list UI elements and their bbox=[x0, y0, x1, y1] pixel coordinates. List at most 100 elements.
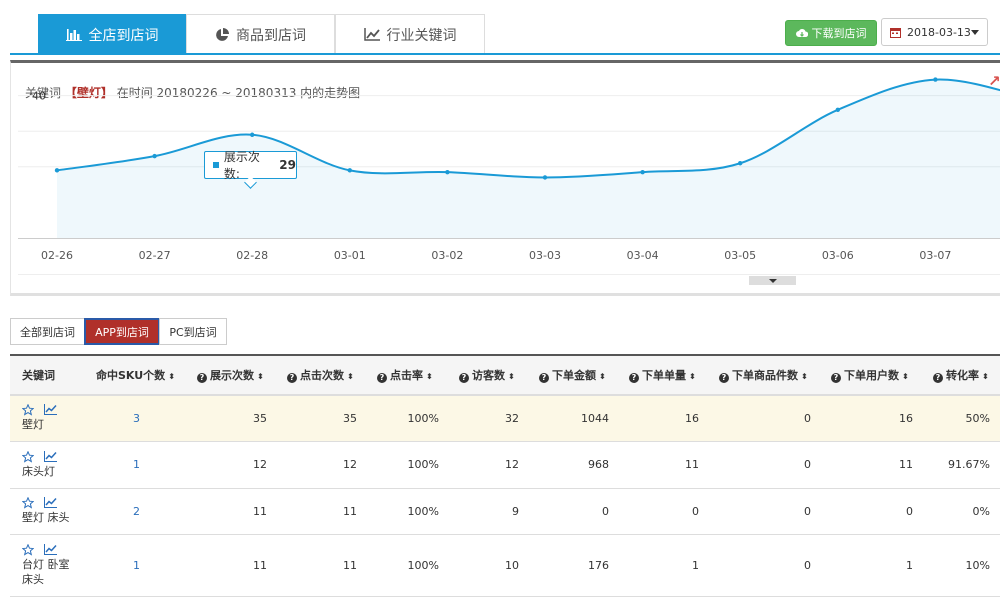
sku-count-link[interactable]: 1 bbox=[86, 534, 187, 597]
metric-cell: 1 bbox=[821, 534, 923, 597]
trend-chart-icon[interactable] bbox=[44, 497, 57, 508]
table-body: 壁灯 3 35 35 100% 32 1044 16 0 16 50% 床头灯 1 12 12 100% 12 9… bbox=[10, 395, 1000, 597]
metric-cell: 50% bbox=[923, 395, 1000, 442]
subtab-app[interactable]: APP到店词 bbox=[84, 318, 160, 345]
metric-cell: 100% bbox=[367, 534, 449, 597]
trend-chart-icon[interactable] bbox=[44, 404, 57, 416]
column-header[interactable]: ? 下单金额 ⬍ bbox=[529, 354, 619, 396]
column-header-label: 转化率 bbox=[946, 369, 979, 382]
help-icon[interactable]: ? bbox=[459, 373, 469, 383]
metric-cell: 10 bbox=[449, 534, 529, 597]
column-header[interactable]: ? 展示次数 ⬍ bbox=[187, 354, 277, 396]
help-icon[interactable]: ? bbox=[539, 373, 549, 383]
data-point bbox=[542, 175, 548, 180]
star-icon[interactable] bbox=[22, 450, 34, 463]
help-icon[interactable]: ? bbox=[719, 373, 729, 383]
download-button[interactable]: 下载到店词 bbox=[785, 20, 877, 46]
keyword-text: 台灯 卧室 bbox=[22, 557, 70, 571]
sort-icon[interactable]: ⬍ bbox=[902, 372, 909, 381]
chevron-down-icon bbox=[971, 30, 979, 35]
date-picker[interactable]: 2018-03-13 bbox=[881, 18, 988, 46]
y-tick-label: 40 bbox=[32, 90, 46, 103]
column-header-label: 访客数 bbox=[472, 369, 505, 382]
table-row: 床头灯 1 12 12 100% 12 968 11 0 11 91.67% bbox=[10, 441, 1000, 489]
sort-icon[interactable]: ⬍ bbox=[347, 372, 354, 381]
x-tick-label: 03-04 bbox=[627, 249, 659, 262]
star-icon[interactable] bbox=[22, 497, 34, 509]
metric-cell: 11 bbox=[187, 534, 277, 597]
x-tick-label: 03-03 bbox=[529, 249, 561, 262]
tab-industry-keywords[interactable]: 行业关键词 bbox=[335, 14, 485, 54]
tab-underline bbox=[10, 53, 1000, 55]
keyword-text: 床头灯 bbox=[22, 464, 55, 478]
metric-cell: 12 bbox=[277, 441, 367, 489]
help-icon[interactable]: ? bbox=[629, 373, 639, 383]
sort-icon[interactable]: ⬍ bbox=[689, 372, 696, 381]
column-header-label: 点击率 bbox=[390, 369, 423, 382]
trend-chart-icon[interactable] bbox=[44, 543, 57, 555]
data-point bbox=[347, 168, 352, 173]
metric-cell: 12 bbox=[187, 441, 277, 489]
tab-label: 商品到店词 bbox=[236, 27, 306, 44]
keyword-cell: 台灯 卧室 床头 bbox=[10, 534, 86, 597]
sku-count-link[interactable]: 1 bbox=[86, 441, 187, 489]
metric-cell: 100% bbox=[367, 488, 449, 535]
star-icon[interactable] bbox=[22, 543, 34, 556]
bar-chart-icon bbox=[65, 29, 82, 41]
sort-icon[interactable]: ⬍ bbox=[801, 372, 808, 381]
column-header[interactable]: 命中SKU个数 ⬍ bbox=[86, 354, 187, 396]
help-icon[interactable]: ? bbox=[287, 373, 297, 383]
main-tabs: 全店到店词 商品到店词 行业关键词 bbox=[38, 14, 485, 54]
data-point bbox=[152, 153, 157, 159]
sort-icon[interactable]: ⬍ bbox=[426, 372, 433, 381]
sku-count-link[interactable]: 2 bbox=[86, 488, 187, 535]
column-header[interactable]: ? 下单用户数 ⬍ bbox=[821, 354, 923, 396]
column-header[interactable]: ? 访客数 ⬍ bbox=[449, 354, 529, 396]
metric-cell: 0 bbox=[619, 488, 709, 535]
collapse-toggle[interactable] bbox=[749, 276, 796, 285]
column-header-label: 下单用户数 bbox=[844, 369, 899, 382]
x-tick-label: 03-02 bbox=[431, 249, 463, 262]
metric-cell: 0 bbox=[709, 441, 821, 489]
keyword-cell: 壁灯 床头 bbox=[10, 488, 86, 535]
sort-icon[interactable]: ⬍ bbox=[599, 372, 606, 381]
x-tick-label: 03-01 bbox=[334, 249, 366, 262]
pie-chart-icon bbox=[216, 27, 229, 41]
help-icon[interactable]: ? bbox=[377, 373, 387, 383]
column-header-label: 展示次数 bbox=[210, 369, 254, 382]
sort-icon[interactable]: ⬍ bbox=[257, 372, 264, 381]
column-header[interactable]: ? 下单商品件数 ⬍ bbox=[709, 354, 821, 396]
metric-cell: 968 bbox=[529, 441, 619, 489]
subtab-pc[interactable]: PC到店词 bbox=[159, 318, 227, 345]
column-header[interactable]: ? 点击次数 ⬍ bbox=[277, 354, 367, 396]
help-icon[interactable]: ? bbox=[933, 373, 943, 383]
calendar-icon bbox=[890, 27, 901, 38]
sku-count-link[interactable]: 3 bbox=[86, 395, 187, 442]
column-header[interactable]: ? 点击率 ⬍ bbox=[367, 354, 449, 396]
sort-icon[interactable]: ⬍ bbox=[508, 372, 515, 381]
metric-cell: 35 bbox=[277, 395, 367, 442]
series-area bbox=[57, 79, 1000, 238]
channel-tabs: 全部到店词 APP到店词 PC到店词 bbox=[10, 318, 227, 345]
cloud-download-icon bbox=[795, 29, 808, 37]
metric-cell: 0 bbox=[709, 395, 821, 442]
sort-icon[interactable]: ⬍ bbox=[982, 372, 989, 381]
x-tick-label: 03-06 bbox=[822, 249, 854, 262]
sort-icon[interactable]: ⬍ bbox=[168, 372, 175, 381]
star-icon[interactable] bbox=[22, 404, 34, 416]
subtab-all[interactable]: 全部到店词 bbox=[10, 318, 85, 345]
column-header[interactable]: ? 下单单量 ⬍ bbox=[619, 354, 709, 396]
chart-tooltip: 展示次数: 29 bbox=[204, 150, 297, 181]
help-icon[interactable]: ? bbox=[831, 373, 841, 383]
metric-cell: 12 bbox=[449, 441, 529, 489]
trend-chart-icon[interactable] bbox=[44, 450, 57, 462]
tab-label: 全店到店词 bbox=[88, 27, 159, 44]
metric-cell: 11 bbox=[619, 441, 709, 489]
metric-cell: 176 bbox=[529, 534, 619, 597]
column-header[interactable]: ? 转化率 ⬍ bbox=[923, 354, 1000, 396]
caret-down-icon bbox=[768, 278, 777, 283]
help-icon[interactable]: ? bbox=[197, 373, 207, 383]
tab-product-keywords[interactable]: 商品到店词 bbox=[186, 14, 335, 54]
tab-store-keywords[interactable]: 全店到店词 bbox=[38, 14, 186, 54]
metric-cell: 0 bbox=[821, 488, 923, 535]
